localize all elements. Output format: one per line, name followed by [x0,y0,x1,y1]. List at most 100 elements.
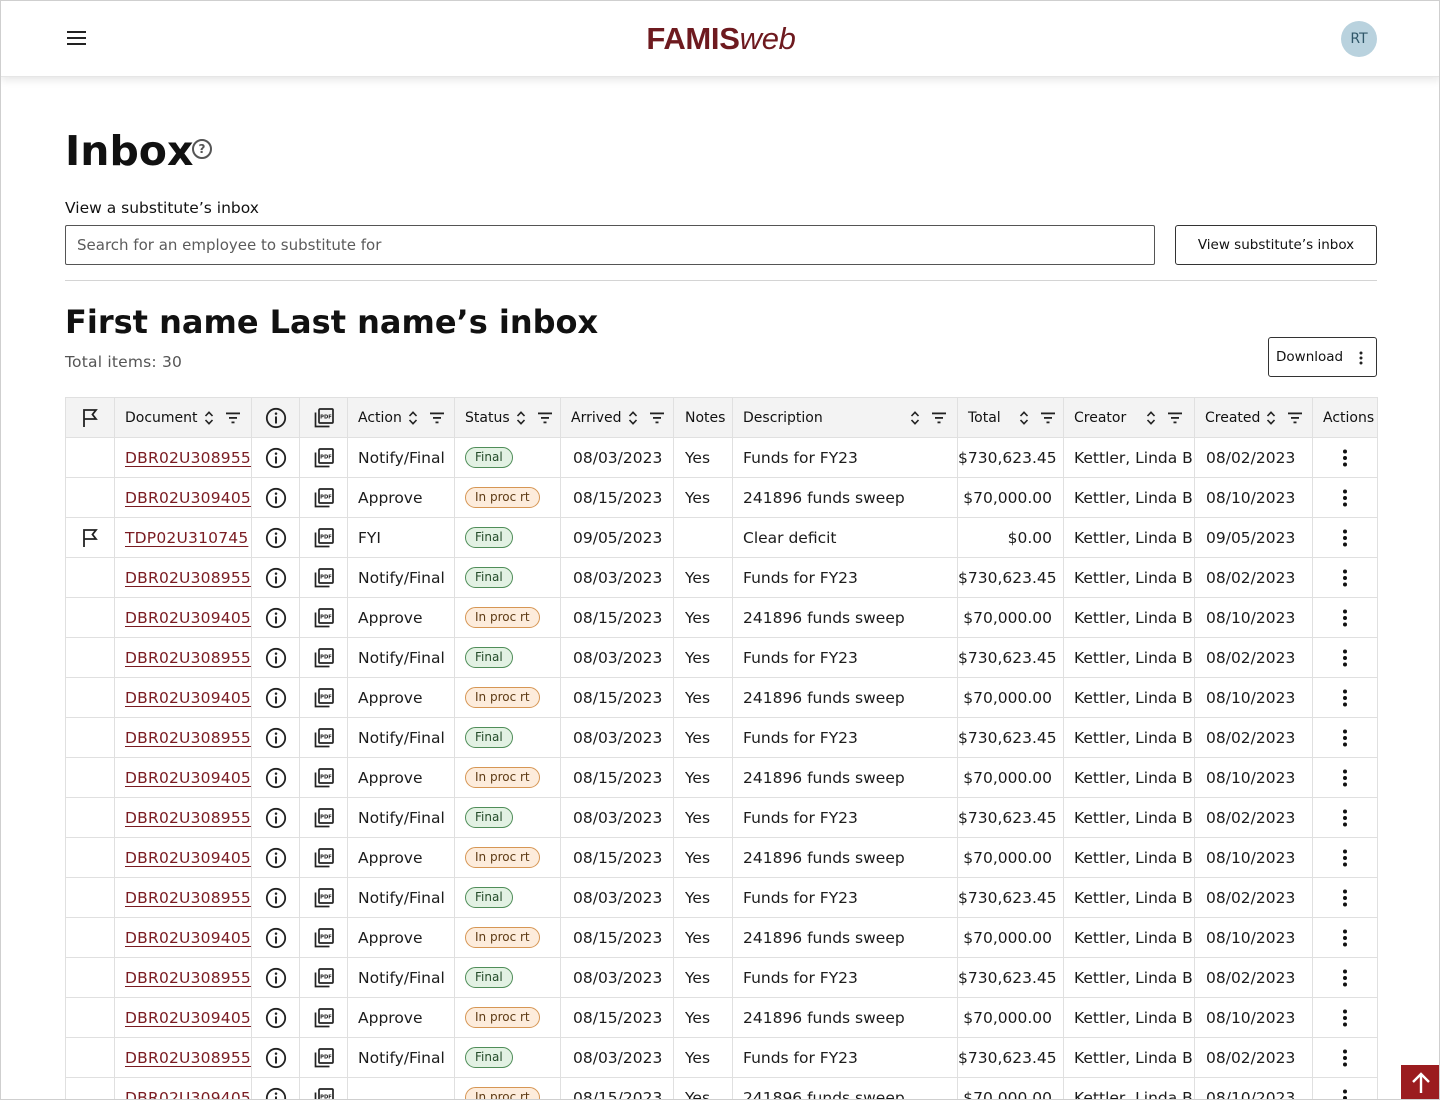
document-link[interactable]: DBR02U309405 [125,929,251,947]
more-vertical-icon[interactable] [1342,689,1348,707]
pdf-cell[interactable]: PDF [299,677,348,718]
document-link[interactable]: DBR02U308955 [125,809,251,827]
flag-cell[interactable] [65,957,115,998]
info-cell[interactable] [251,1037,300,1078]
pdf-cell[interactable]: PDF [299,597,348,638]
info-cell[interactable] [251,997,300,1038]
row-actions-cell[interactable] [1312,757,1378,798]
sort-arrows-icon[interactable] [408,410,418,426]
info-cell[interactable] [251,517,300,558]
flag-cell[interactable] [65,1077,115,1099]
info-cell[interactable] [251,797,300,838]
flag-cell[interactable] [65,917,115,958]
pdf-cell[interactable]: PDF [299,957,348,998]
sort-arrows-icon[interactable] [910,410,920,426]
sort-arrows-icon[interactable] [1266,410,1276,426]
sort-arrows-icon[interactable] [628,410,638,426]
arrived-column-header[interactable]: Arrived [560,397,674,438]
more-vertical-icon[interactable] [1342,889,1348,907]
more-vertical-icon[interactable] [1342,729,1348,747]
more-vertical-icon[interactable] [1342,809,1348,827]
row-actions-cell[interactable] [1312,1037,1378,1078]
filter-icon[interactable] [537,412,552,424]
row-actions-cell[interactable] [1312,677,1378,718]
info-cell[interactable] [251,557,300,598]
row-actions-cell[interactable] [1312,997,1378,1038]
row-actions-cell[interactable] [1312,917,1378,958]
filter-icon[interactable] [1288,412,1303,424]
filter-icon[interactable] [1168,412,1183,424]
document-link[interactable]: TDP02U310745 [125,529,248,547]
flag-cell[interactable] [65,437,115,478]
flag-cell[interactable] [65,1037,115,1078]
pdf-cell[interactable]: PDF [299,637,348,678]
flag-cell[interactable] [65,877,115,918]
flag-cell[interactable] [65,517,115,558]
pdf-cell[interactable]: PDF [299,877,348,918]
info-cell[interactable] [251,597,300,638]
row-actions-cell[interactable] [1312,597,1378,638]
pdf-cell[interactable]: PDF [299,517,348,558]
document-link[interactable]: DBR02U309405 [125,689,251,707]
filter-icon[interactable] [225,412,240,424]
sort-arrows-icon[interactable] [516,410,526,426]
pdf-cell[interactable]: PDF [299,1077,348,1099]
info-cell[interactable] [251,757,300,798]
document-link[interactable]: DBR02U309405 [125,1009,251,1027]
flag-cell[interactable] [65,837,115,878]
document-link[interactable]: DBR02U308955 [125,569,251,587]
flag-column-header[interactable] [65,397,115,438]
filter-icon[interactable] [931,412,946,424]
document-link[interactable]: DBR02U308955 [125,449,251,467]
document-link[interactable]: DBR02U308955 [125,969,251,987]
pdf-cell[interactable]: PDF [299,837,348,878]
sort-arrows-icon[interactable] [1146,410,1156,426]
flag-cell[interactable] [65,757,115,798]
flag-cell[interactable] [65,477,115,518]
row-actions-cell[interactable] [1312,517,1378,558]
flag-cell[interactable] [65,597,115,638]
sort-arrows-icon[interactable] [1019,410,1029,426]
row-actions-cell[interactable] [1312,957,1378,998]
pdf-cell[interactable]: PDF [299,997,348,1038]
pdf-cell[interactable]: PDF [299,757,348,798]
flag-cell[interactable] [65,557,115,598]
flag-cell[interactable] [65,797,115,838]
more-vertical-icon[interactable] [1342,1049,1348,1067]
pdf-cell[interactable]: PDF [299,717,348,758]
info-cell[interactable] [251,477,300,518]
document-link[interactable]: DBR02U309405 [125,489,251,507]
user-avatar[interactable]: RT [1341,21,1377,57]
document-column-header[interactable]: Document [114,397,252,438]
info-cell[interactable] [251,677,300,718]
more-vertical-icon[interactable] [1342,649,1348,667]
pdf-cell[interactable]: PDF [299,437,348,478]
more-vertical-icon[interactable] [1342,609,1348,627]
info-cell[interactable] [251,437,300,478]
created-column-header[interactable]: Created [1194,397,1313,438]
info-cell[interactable] [251,917,300,958]
flag-cell[interactable] [65,637,115,678]
more-vertical-icon[interactable] [1342,769,1348,787]
flag-cell[interactable] [65,677,115,718]
document-link[interactable]: DBR02U308955 [125,889,251,907]
row-actions-cell[interactable] [1312,477,1378,518]
info-cell[interactable] [251,877,300,918]
document-link[interactable]: DBR02U308955 [125,649,251,667]
total-column-header[interactable]: Total [957,397,1064,438]
document-link[interactable]: DBR02U308955 [125,1049,251,1067]
more-vertical-icon[interactable] [1342,929,1348,947]
description-column-header[interactable]: Description [732,397,958,438]
document-link[interactable]: DBR02U308955 [125,729,251,747]
action-column-header[interactable]: Action [347,397,455,438]
pdf-cell[interactable]: PDF [299,557,348,598]
view-substitute-inbox-button[interactable]: View substitute’s inbox [1175,225,1377,265]
info-cell[interactable] [251,1077,300,1099]
info-cell[interactable] [251,717,300,758]
back-to-top-button[interactable] [1401,1065,1439,1099]
document-link[interactable]: DBR02U309405 [125,609,251,627]
more-vertical-icon[interactable] [1342,849,1348,867]
sort-arrows-icon[interactable] [204,410,214,426]
pdf-cell[interactable]: PDF [299,477,348,518]
flag-cell[interactable] [65,717,115,758]
